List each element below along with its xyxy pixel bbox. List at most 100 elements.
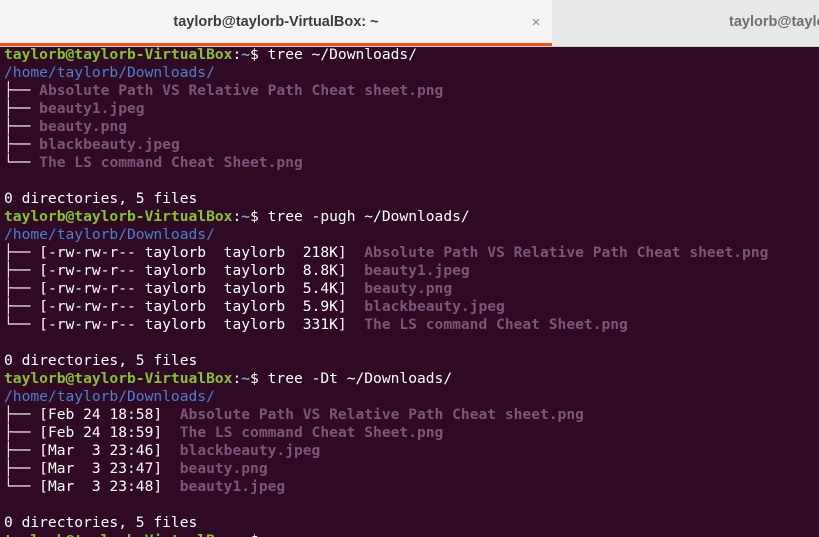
file-name: blackbeauty.jpeg (179, 442, 321, 459)
tree-entry: ├── [-rw-rw-r-- taylorb taylorb 5.9K] bl… (4, 298, 819, 316)
tree-entry: ├── beauty1.jpeg (4, 100, 819, 118)
tree-entry: ├── [Mar 3 23:46] blackbeauty.jpeg (4, 442, 819, 460)
prompt-path: ~ (241, 370, 251, 387)
tree-branch: ├── (4, 100, 40, 117)
prompt-symbol: $ (250, 208, 268, 225)
tab-inactive[interactable]: taylorb@taylorb-VirtualBox: ~ (553, 0, 819, 46)
tree-entry: └── [-rw-rw-r-- taylorb taylorb 331K] Th… (4, 316, 819, 334)
tree-entry: ├── Absolute Path VS Relative Path Cheat… (4, 82, 819, 100)
prompt-symbol: $ (250, 370, 268, 387)
prompt-separator: : (232, 370, 242, 387)
tree-entry: ├── [-rw-rw-r-- taylorb taylorb 8.8K] be… (4, 262, 819, 280)
tree-root-line: /home/taylorb/Downloads/ (4, 226, 819, 244)
summary-line: 0 directories, 5 files (4, 190, 819, 208)
tree-entry: └── [Mar 3 23:48] beauty1.jpeg (4, 478, 819, 496)
tree-branch: ├── (4, 244, 40, 261)
tree-branch: └── (4, 316, 40, 333)
prompt-path: ~ (241, 208, 251, 225)
prompt-line: taylorb@taylorb-VirtualBox:~$ tree -pugh… (4, 208, 819, 226)
file-name: beauty.png (364, 280, 453, 297)
file-name: Absolute Path VS Relative Path Cheat she… (39, 82, 444, 99)
prompt-user-host: taylorb@taylorb-VirtualBox (4, 370, 233, 387)
prompt-separator: : (232, 208, 242, 225)
prompt-line: taylorb@taylorb-VirtualBox:~$ tree ~/Dow… (4, 46, 819, 64)
tab-title: taylorb@taylorb-VirtualBox: ~ (173, 14, 379, 30)
tree-branch: ├── (4, 136, 40, 153)
prompt-user-host: taylorb@taylorb-VirtualBox (4, 46, 233, 63)
summary-line: 0 directories, 5 files (4, 352, 819, 370)
command-text: tree ~/Downloads/ (267, 46, 417, 63)
file-metadata: [Mar 3 23:47] (39, 460, 180, 477)
file-metadata: [-rw-rw-r-- taylorb taylorb 331K] (39, 316, 365, 333)
tree-summary: 0 directories, 5 files (4, 514, 198, 531)
tree-branch: ├── (4, 82, 40, 99)
tree-branch: └── (4, 154, 40, 171)
file-metadata: [Mar 3 23:48] (39, 478, 180, 495)
file-metadata: [Mar 3 23:46] (39, 442, 180, 459)
tree-branch: ├── (4, 262, 40, 279)
tree-entry: ├── [-rw-rw-r-- taylorb taylorb 218K] Ab… (4, 244, 819, 262)
file-name: beauty.png (39, 118, 128, 135)
file-metadata: [Feb 24 18:58] (39, 406, 180, 423)
tree-branch: ├── (4, 280, 40, 297)
file-metadata: [-rw-rw-r-- taylorb taylorb 5.9K] (39, 298, 365, 315)
file-name: The LS command Cheat Sheet.png (39, 154, 303, 171)
tree-branch: ├── (4, 298, 40, 315)
tree-root-directory: /home/taylorb/Downloads/ (4, 226, 215, 243)
tree-branch: ├── (4, 424, 40, 441)
terminal-output[interactable]: taylorb@taylorb-VirtualBox:~$ tree ~/Dow… (0, 46, 819, 537)
tree-entry: ├── [Feb 24 18:58] Absolute Path VS Rela… (4, 406, 819, 424)
tree-entry: ├── [-rw-rw-r-- taylorb taylorb 5.4K] be… (4, 280, 819, 298)
tree-entry: ├── beauty.png (4, 118, 819, 136)
file-name: blackbeauty.jpeg (39, 136, 180, 153)
tree-entry: └── The LS command Cheat Sheet.png (4, 154, 819, 172)
file-name: beauty1.jpeg (364, 262, 470, 279)
prompt-separator: : (232, 46, 242, 63)
tree-root-line: /home/taylorb/Downloads/ (4, 388, 819, 406)
prompt-line-next: taylorb@taylorb-VirtualBox:~$ (4, 532, 819, 537)
tree-branch: ├── (4, 460, 40, 477)
tree-entry: ├── blackbeauty.jpeg (4, 136, 819, 154)
command-text: tree -pugh ~/Downloads/ (267, 208, 470, 225)
file-name: blackbeauty.jpeg (364, 298, 505, 315)
tab-bar: taylorb@taylorb-VirtualBox: ~ × taylorb@… (0, 0, 819, 47)
file-metadata: [-rw-rw-r-- taylorb taylorb 218K] (39, 244, 365, 261)
file-name: Absolute Path VS Relative Path Cheat she… (364, 244, 769, 261)
tab-title: taylorb@taylorb-VirtualBox: ~ (729, 14, 819, 30)
prompt-symbol: $ (250, 532, 268, 537)
prompt-line: taylorb@taylorb-VirtualBox:~$ tree -Dt ~… (4, 370, 819, 388)
summary-line: 0 directories, 5 files (4, 514, 819, 532)
tree-entry: ├── [Mar 3 23:47] beauty.png (4, 460, 819, 478)
file-metadata: [-rw-rw-r-- taylorb taylorb 5.4K] (39, 280, 365, 297)
file-name: beauty1.jpeg (179, 478, 286, 495)
prompt-path: ~ (241, 532, 250, 537)
prompt-user-host: taylorb@taylorb-VirtualBox (4, 208, 233, 225)
close-tab-icon[interactable]: × (528, 0, 544, 46)
file-name: beauty.png (179, 460, 268, 477)
prompt-symbol: $ (250, 46, 268, 63)
tree-branch: ├── (4, 118, 40, 135)
tree-root-directory: /home/taylorb/Downloads/ (4, 388, 215, 405)
command-text: tree -Dt ~/Downloads/ (267, 370, 453, 387)
tree-summary: 0 directories, 5 files (4, 352, 198, 369)
tree-entry: ├── [Feb 24 18:59] The LS command Cheat … (4, 424, 819, 442)
tree-summary: 0 directories, 5 files (4, 190, 198, 207)
file-metadata: [Feb 24 18:59] (39, 424, 180, 441)
prompt-separator: : (232, 532, 241, 537)
tab-active[interactable]: taylorb@taylorb-VirtualBox: ~ × (0, 0, 552, 46)
file-name: The LS command Cheat Sheet.png (179, 424, 444, 441)
prompt-path: ~ (241, 46, 251, 63)
tree-root-line: /home/taylorb/Downloads/ (4, 64, 819, 82)
tree-branch: ├── (4, 442, 40, 459)
file-name: The LS command Cheat Sheet.png (364, 316, 628, 333)
file-metadata: [-rw-rw-r-- taylorb taylorb 8.8K] (39, 262, 365, 279)
prompt-user-host: taylorb@taylorb-VirtualBox (4, 532, 232, 537)
tree-branch: ├── (4, 406, 40, 423)
tree-root-directory: /home/taylorb/Downloads/ (4, 64, 215, 81)
tree-branch: └── (4, 478, 40, 495)
file-name: Absolute Path VS Relative Path Cheat she… (179, 406, 584, 423)
file-name: beauty1.jpeg (39, 100, 145, 117)
